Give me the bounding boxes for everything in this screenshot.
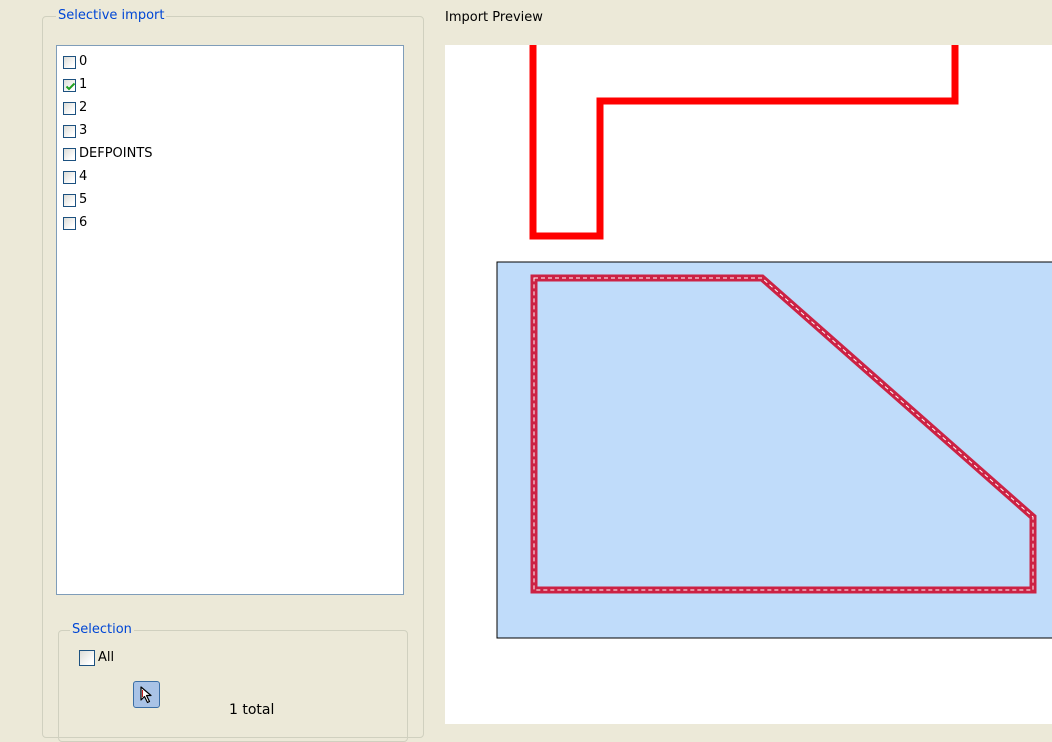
select-all-option[interactable]: All <box>79 648 114 668</box>
cursor-arrow-icon <box>139 685 152 703</box>
layer-checkbox[interactable] <box>63 170 76 184</box>
layer-checkbox[interactable] <box>63 193 76 207</box>
total-count: 1 total <box>229 702 275 718</box>
selective-import-title: Selective import <box>56 8 167 24</box>
layer-label: 3 <box>79 123 88 138</box>
layer-label: DEFPOINTS <box>79 146 153 161</box>
layer-item-5[interactable]: 5 <box>63 189 87 211</box>
layer-item-1[interactable]: 1 <box>63 74 87 96</box>
layer-checkbox[interactable] <box>63 55 76 69</box>
layer-label: 2 <box>79 100 88 115</box>
selection-group <box>58 630 408 742</box>
layer-list[interactable]: 0 1 2 3 DEFPOINTS 4 5 6 <box>56 45 404 595</box>
layer-item-3[interactable]: 3 <box>63 120 87 142</box>
import-preview-title: Import Preview <box>445 10 543 25</box>
layer-item-4[interactable]: 4 <box>63 166 87 188</box>
layer-label: 6 <box>79 215 88 230</box>
layer-checkbox[interactable] <box>63 124 76 138</box>
layer-checkbox[interactable] <box>63 101 76 115</box>
layer-item-0[interactable]: 0 <box>63 51 87 73</box>
pick-objects-button[interactable] <box>133 681 160 708</box>
selection-title: Selection <box>70 622 134 638</box>
layer-checkbox[interactable] <box>63 216 76 230</box>
preview-drawing <box>496 45 1052 639</box>
import-preview-canvas[interactable] <box>445 45 1052 724</box>
red-outline-shape <box>529 45 959 240</box>
checkmark-icon <box>65 82 76 90</box>
layer-label: 1 <box>79 77 88 92</box>
select-all-checkbox[interactable] <box>79 650 95 666</box>
layer-label: 5 <box>79 192 88 207</box>
select-all-label: All <box>98 650 115 665</box>
layer-checkbox[interactable] <box>63 78 76 92</box>
selected-part-bounds <box>496 261 1052 639</box>
layer-item-defpoints[interactable]: DEFPOINTS <box>63 143 153 165</box>
layer-label: 0 <box>79 54 88 69</box>
layer-item-6[interactable]: 6 <box>63 212 87 234</box>
layer-checkbox[interactable] <box>63 147 76 161</box>
layer-item-2[interactable]: 2 <box>63 97 87 119</box>
layer-label: 4 <box>79 169 88 184</box>
